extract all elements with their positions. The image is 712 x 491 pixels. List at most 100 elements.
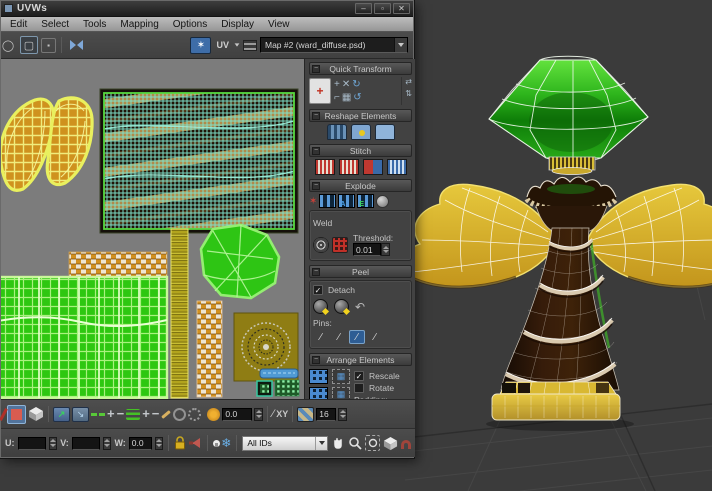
uv-island-body-selected[interactable] — [100, 89, 298, 233]
lock-selection-icon[interactable] — [174, 436, 186, 450]
edge-loop-icon[interactable] — [126, 409, 140, 420]
stitch-source-icon[interactable] — [363, 159, 383, 175]
move-h-icon[interactable]: + — [334, 79, 340, 90]
rollout-header-quick-transform[interactable]: − Quick Transform — [309, 62, 412, 75]
falloff-field[interactable]: 0.0 — [222, 408, 252, 421]
paint-size-icon[interactable] — [173, 408, 186, 421]
w-spinner[interactable] — [155, 437, 163, 450]
menu-select[interactable]: Select — [34, 19, 76, 30]
shrink-loop-icon[interactable]: − — [117, 409, 125, 419]
rotate-checkbox[interactable] — [354, 383, 364, 393]
u-spinner[interactable] — [49, 437, 57, 450]
stitch-average-icon[interactable] — [339, 159, 359, 175]
grid-snap-icon[interactable]: ▦ — [342, 92, 351, 103]
collapse-icon[interactable]: − — [312, 147, 320, 155]
window-titlebar[interactable]: UVWs – ▫ ✕ — [1, 1, 413, 17]
dropdown-arrow-icon[interactable] — [394, 38, 407, 52]
paint-falloff-icon[interactable] — [188, 408, 201, 421]
zoom-region-icon[interactable] — [365, 435, 379, 451]
space-h-icon[interactable]: ⇄ — [405, 77, 412, 86]
hide-selected-icon[interactable] — [189, 437, 202, 449]
close-button[interactable]: ✕ — [393, 3, 410, 14]
rollout-header-explode[interactable]: − Explode — [309, 179, 412, 192]
stitch-custom-icon[interactable] — [315, 159, 335, 175]
rotate-cw-icon[interactable]: ↻ — [352, 79, 360, 90]
space-v-icon[interactable]: ⇅ — [405, 89, 412, 98]
collapse-icon[interactable]: − — [312, 112, 320, 120]
threshold-field[interactable]: 0.01 — [353, 243, 381, 256]
peel-mode-icon[interactable] — [334, 299, 349, 314]
menu-edit[interactable]: Edit — [3, 19, 34, 30]
falloff-linear-icon[interactable]: ∕ — [272, 408, 274, 420]
pack-region-icon[interactable]: ▦ — [332, 387, 350, 399]
pan-hand-icon[interactable] — [331, 436, 345, 450]
pack-together-icon[interactable] — [309, 387, 328, 399]
freeform-mode-icon[interactable]: ◯ — [0, 36, 17, 54]
uv-island-green-sheet[interactable] — [1, 277, 167, 398]
grid-size-spinner[interactable] — [338, 408, 347, 421]
menu-view[interactable]: View — [261, 19, 297, 30]
peel-reset-icon[interactable]: ↶ — [355, 300, 365, 314]
uv-island-orange-strip[interactable] — [197, 301, 222, 397]
v-spinner[interactable] — [103, 437, 111, 450]
shrink-ring-icon[interactable]: − — [152, 409, 160, 419]
snap-magnet-icon[interactable] — [401, 440, 411, 449]
filter-selected-faces-icon[interactable] — [213, 440, 218, 447]
menu-options[interactable]: Options — [166, 19, 214, 30]
explode-face-icon[interactable] — [319, 194, 336, 208]
align-x-icon[interactable]: ✕ — [342, 79, 350, 90]
explode-sphere-icon[interactable] — [376, 195, 389, 208]
scale-mode-icon[interactable]: ▪ — [41, 38, 56, 53]
break-icon[interactable]: ✶ — [309, 196, 317, 207]
explode-angle-icon[interactable]: A — [338, 194, 355, 208]
zoom-extents-icon[interactable] — [383, 436, 398, 451]
menu-display[interactable]: Display — [214, 19, 261, 30]
dropdown-arrow-icon[interactable] — [315, 437, 327, 450]
weld-target-icon[interactable] — [313, 237, 329, 253]
zoom-icon[interactable] — [348, 436, 362, 450]
model-base[interactable] — [492, 382, 620, 420]
grow-loop-icon[interactable]: + — [107, 409, 115, 419]
menu-mapping[interactable]: Mapping — [113, 19, 165, 30]
w-field[interactable]: 0.0 — [129, 437, 152, 450]
align-pivot-icon[interactable]: + — [309, 78, 331, 104]
texture-list-icon[interactable] — [243, 40, 257, 51]
falloff-space-label[interactable]: XY — [276, 409, 288, 419]
pin-select-icon[interactable]: ∕ — [367, 330, 383, 344]
u-field[interactable] — [18, 437, 47, 450]
move-mode-icon[interactable]: ▢ — [20, 36, 38, 54]
grid-size-field[interactable]: 16 — [316, 408, 336, 421]
paint-select-icon[interactable] — [161, 413, 171, 416]
maximize-button[interactable]: ▫ — [374, 3, 391, 14]
rescale-checkbox[interactable]: ✓ — [354, 371, 364, 381]
explode-element-icon[interactable]: E — [357, 194, 374, 208]
v-field[interactable] — [72, 437, 101, 450]
collapse-icon[interactable]: − — [312, 182, 320, 190]
map-selector-dropdown[interactable]: Map #2 (ward_diffuse.psd) — [260, 37, 408, 53]
weld-selected-icon[interactable] — [332, 237, 348, 253]
smooth-tool-icon[interactable] — [375, 124, 395, 140]
grow-ring-icon[interactable]: + — [142, 409, 150, 419]
rollout-header-stitch[interactable]: − Stitch — [309, 144, 412, 157]
element-subobject-icon[interactable] — [28, 406, 44, 422]
relax-tool-icon[interactable] — [327, 124, 347, 140]
soft-selection-icon[interactable] — [207, 408, 220, 421]
uv-island-octagon[interactable] — [201, 225, 279, 298]
material-id-dropdown[interactable]: All IDs — [242, 436, 328, 451]
rotate-ccw-icon[interactable]: ↺ — [353, 92, 361, 103]
pin-active-icon[interactable]: ∕ — [349, 330, 365, 344]
grow-selection-icon[interactable]: ↗ — [53, 407, 70, 422]
pin-tool-icon[interactable]: ∕ — [313, 330, 329, 344]
uv-space-arrow-icon[interactable] — [235, 43, 240, 46]
freeze-icon[interactable]: ❄ — [221, 436, 231, 450]
minimize-button[interactable]: – — [355, 3, 372, 14]
rollout-header-arrange[interactable]: − Arrange Elements — [309, 353, 412, 366]
straighten-tool-icon[interactable] — [351, 124, 371, 140]
collapse-icon[interactable]: − — [312, 356, 320, 364]
menu-tools[interactable]: Tools — [76, 19, 113, 30]
falloff-spinner[interactable] — [254, 408, 263, 421]
threshold-spinner[interactable] — [381, 243, 390, 256]
rollout-header-reshape[interactable]: − Reshape Elements — [309, 109, 412, 122]
detach-checkbox[interactable]: ✓ — [313, 285, 323, 295]
uv-edit-canvas[interactable] — [1, 59, 304, 399]
